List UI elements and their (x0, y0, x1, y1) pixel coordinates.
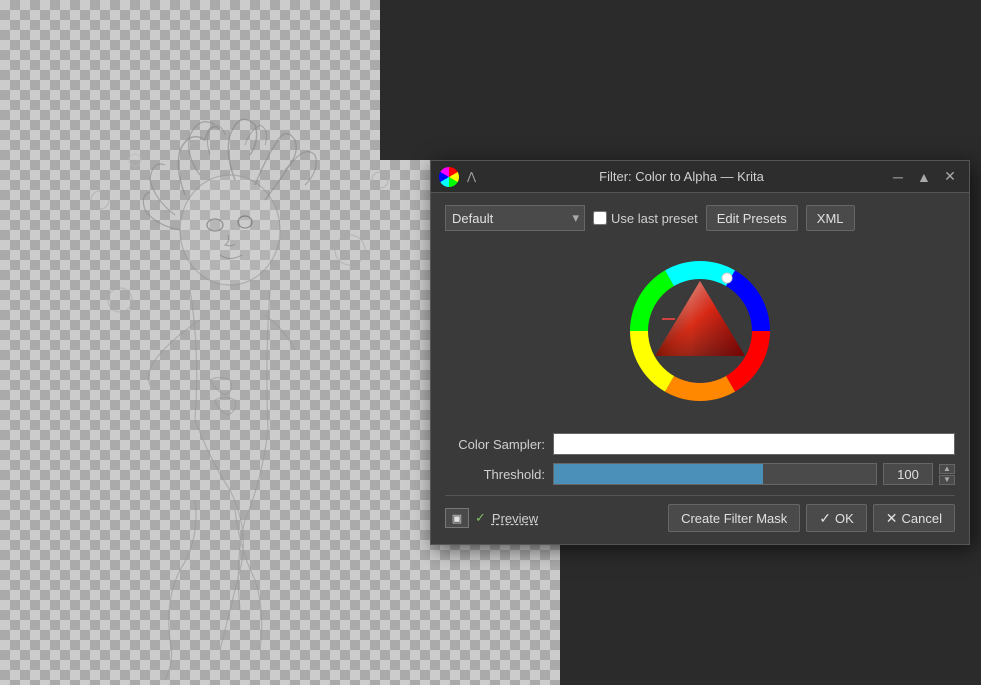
threshold-row: Threshold: ▲ ▼ (445, 463, 955, 485)
preview-check-icon: ✓ (475, 510, 486, 526)
cancel-label: Cancel (902, 511, 942, 526)
ok-button[interactable]: ✓ OK (806, 504, 867, 532)
preview-section: ▣ ✓ Preview (445, 508, 538, 528)
cancel-button[interactable]: ✕ Cancel (873, 504, 955, 532)
preset-select[interactable]: Default (445, 205, 585, 231)
toolbar-row: Default Use last preset Edit Presets XML (445, 205, 955, 231)
threshold-label: Threshold: (445, 467, 545, 482)
edit-presets-button[interactable]: Edit Presets (706, 205, 798, 231)
preview-icon: ▣ (445, 508, 469, 528)
ok-icon: ✓ (819, 510, 831, 527)
title-bar: ⋀ Filter: Color to Alpha — Krita ─ ▲ ✕ (431, 161, 969, 193)
xml-button[interactable]: XML (806, 205, 855, 231)
krita-logo-icon (439, 167, 459, 187)
color-sampler-bar[interactable] (553, 433, 955, 455)
cancel-icon: ✕ (886, 510, 898, 527)
threshold-spinner: ▲ ▼ (939, 464, 955, 485)
window-controls: ─ ▲ ✕ (887, 166, 961, 188)
maximize-button[interactable]: ▲ (913, 166, 935, 188)
color-sampler-row: Color Sampler: (445, 433, 955, 455)
dialog-content: Default Use last preset Edit Presets XML (431, 193, 969, 544)
threshold-bar-wrap: ▲ ▼ (553, 463, 955, 485)
threshold-up-button[interactable]: ▲ (939, 464, 955, 474)
create-filter-mask-button[interactable]: Create Filter Mask (668, 504, 800, 532)
expand-icon[interactable]: ⋀ (467, 170, 476, 183)
use-last-preset-label[interactable]: Use last preset (593, 211, 698, 226)
bottom-bar: ▣ ✓ Preview Create Filter Mask ✓ OK ✕ Ca… (445, 495, 955, 532)
canvas-dark-corner (380, 0, 560, 160)
action-buttons: Create Filter Mask ✓ OK ✕ Cancel (668, 504, 955, 532)
color-wheel-container (445, 243, 955, 419)
threshold-value-input[interactable] (883, 463, 933, 485)
threshold-track[interactable] (553, 463, 877, 485)
color-wheel-svg (620, 251, 780, 411)
minimize-button[interactable]: ─ (887, 166, 909, 188)
filter-dialog: ⋀ Filter: Color to Alpha — Krita ─ ▲ ✕ D… (430, 160, 970, 545)
ok-label: OK (835, 511, 854, 526)
preset-select-wrapper: Default (445, 205, 585, 231)
title-bar-left: ⋀ (439, 167, 476, 187)
dialog-title: Filter: Color to Alpha — Krita (599, 169, 764, 184)
threshold-down-button[interactable]: ▼ (939, 475, 955, 485)
close-button[interactable]: ✕ (939, 166, 961, 188)
color-sampler-label: Color Sampler: (445, 437, 545, 452)
color-wheel[interactable] (620, 251, 780, 411)
create-filter-mask-label: Create Filter Mask (681, 511, 787, 526)
use-last-preset-text: Use last preset (611, 211, 698, 226)
threshold-fill (554, 464, 763, 484)
preview-label[interactable]: Preview (492, 511, 538, 526)
use-last-preset-checkbox[interactable] (593, 211, 607, 225)
